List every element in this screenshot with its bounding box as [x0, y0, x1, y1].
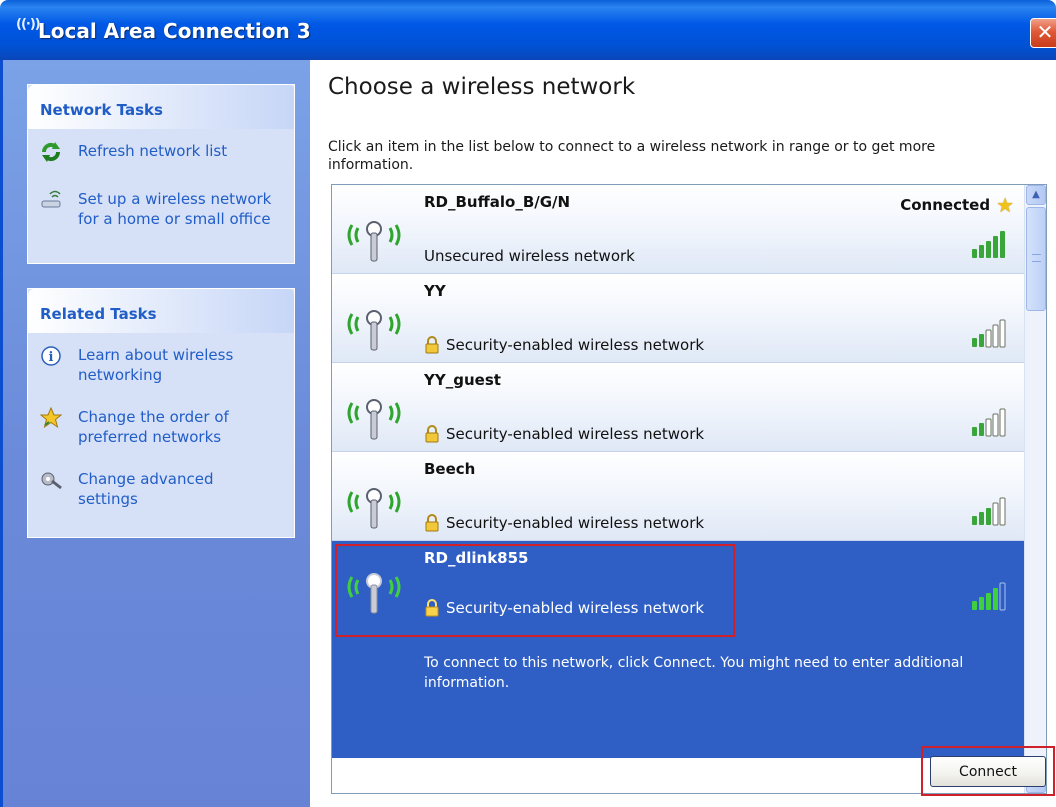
setup-wireless-network-label: Set up a wireless network for a home or …	[78, 190, 272, 228]
wireless-antenna-icon	[347, 221, 401, 262]
settings-icon	[40, 469, 68, 495]
network-security-label: Security-enabled wireless network	[446, 425, 705, 443]
lock-icon	[425, 599, 439, 617]
connect-instructions: To connect to this network, click Connec…	[424, 655, 964, 691]
network-security-label: Security-enabled wireless network	[446, 336, 705, 354]
info-icon: i	[40, 345, 68, 371]
network-description: Security-enabled wireless network	[424, 514, 704, 532]
title-bar: ((·)) Local Area Connection 3 ✕	[0, 0, 1056, 60]
wireless-antenna-icon	[347, 488, 401, 529]
scroll-thumb[interactable]	[1026, 207, 1046, 311]
related-tasks-header: Related Tasks	[28, 289, 294, 333]
setup-wireless-network-link[interactable]: Set up a wireless network for a home or …	[40, 189, 294, 229]
learn-wireless-link[interactable]: i Learn about wireless networking	[40, 345, 294, 385]
network-name: YY	[424, 282, 446, 300]
change-order-link[interactable]: Change the order of preferred networks	[39, 406, 294, 447]
network-description: Unsecured wireless network	[424, 247, 635, 265]
refresh-network-list-link[interactable]: Refresh network list	[40, 141, 294, 167]
network-description: Security-enabled wireless network	[424, 336, 704, 354]
preferred-star-icon: ★	[996, 193, 1014, 217]
wireless-antenna-icon	[347, 310, 401, 351]
connected-label: Connected	[900, 196, 991, 214]
network-description: Security-enabled wireless network	[424, 599, 704, 617]
signal-strength-icon	[972, 497, 1006, 526]
scroll-grip-icon	[1032, 254, 1041, 262]
change-advanced-settings-label: Change advanced settings	[78, 470, 214, 508]
instructions-text: Click an item in the list below to conne…	[328, 139, 936, 173]
wireless-connection-icon: ((·))	[16, 17, 41, 32]
page-title: Choose a wireless network	[328, 74, 636, 100]
network-row-beech[interactable]: Beech Security-enabled wireless network	[332, 452, 1024, 541]
network-list-scrollbar[interactable]: ▲ ▼	[1024, 185, 1046, 793]
network-row-yy[interactable]: YY Security-enabled wireless network	[332, 274, 1024, 363]
wireless-antenna-icon	[347, 399, 401, 440]
wireless-setup-icon	[40, 189, 68, 215]
main-content: Choose a wireless network Click an item …	[310, 60, 1056, 807]
lock-icon	[425, 425, 439, 443]
scroll-up-button[interactable]: ▲	[1026, 185, 1046, 205]
window-title: Local Area Connection 3	[38, 19, 311, 43]
network-security-label: Unsecured wireless network	[424, 247, 635, 265]
network-name: YY_guest	[424, 371, 501, 389]
close-button[interactable]: ✕	[1030, 18, 1056, 48]
related-tasks-panel: Related Tasks i Learn about wireless net…	[27, 288, 295, 538]
change-order-label: Change the order of preferred networks	[78, 408, 229, 446]
network-tasks-header: Network Tasks	[28, 85, 294, 129]
signal-strength-icon	[972, 319, 1006, 348]
signal-strength-icon	[972, 408, 1006, 437]
network-description: Security-enabled wireless network	[424, 425, 704, 443]
refresh-network-list-label: Refresh network list	[78, 142, 228, 160]
network-security-label: Security-enabled wireless network	[446, 599, 705, 617]
signal-strength-icon	[972, 231, 1005, 258]
learn-wireless-label: Learn about wireless networking	[78, 346, 234, 384]
network-row-yy-guest[interactable]: YY_guest Security-enabled wireless netwo…	[332, 363, 1024, 452]
svg-text:i: i	[49, 350, 54, 365]
lock-icon	[425, 514, 439, 532]
network-tasks-panel: Network Tasks Refresh network list Set u…	[27, 84, 295, 264]
lock-icon	[425, 336, 439, 354]
connection-status: Connected ★	[900, 193, 1014, 217]
network-name: Beech	[424, 460, 476, 478]
connect-button[interactable]: Connect	[930, 756, 1046, 787]
task-pane: Network Tasks Refresh network list Set u…	[0, 60, 310, 807]
refresh-icon	[40, 141, 68, 167]
change-advanced-settings-link[interactable]: Change advanced settings	[40, 469, 294, 509]
signal-strength-icon	[972, 582, 1006, 611]
network-row-rd-dlink855[interactable]: RD_dlink855 Security-enabled wireless ne…	[332, 541, 1024, 758]
network-name: RD_Buffalo_B/G/N	[424, 193, 571, 211]
connect-highlight-box: Connect	[921, 746, 1055, 796]
network-list: RD_Buffalo_B/G/N Connected ★ Unsecured w…	[331, 184, 1047, 794]
star-icon	[39, 406, 68, 433]
network-security-label: Security-enabled wireless network	[446, 514, 705, 532]
network-row-rd-buffalo[interactable]: RD_Buffalo_B/G/N Connected ★ Unsecured w…	[332, 185, 1024, 274]
wireless-antenna-icon	[347, 573, 401, 614]
network-name: RD_dlink855	[424, 549, 529, 567]
